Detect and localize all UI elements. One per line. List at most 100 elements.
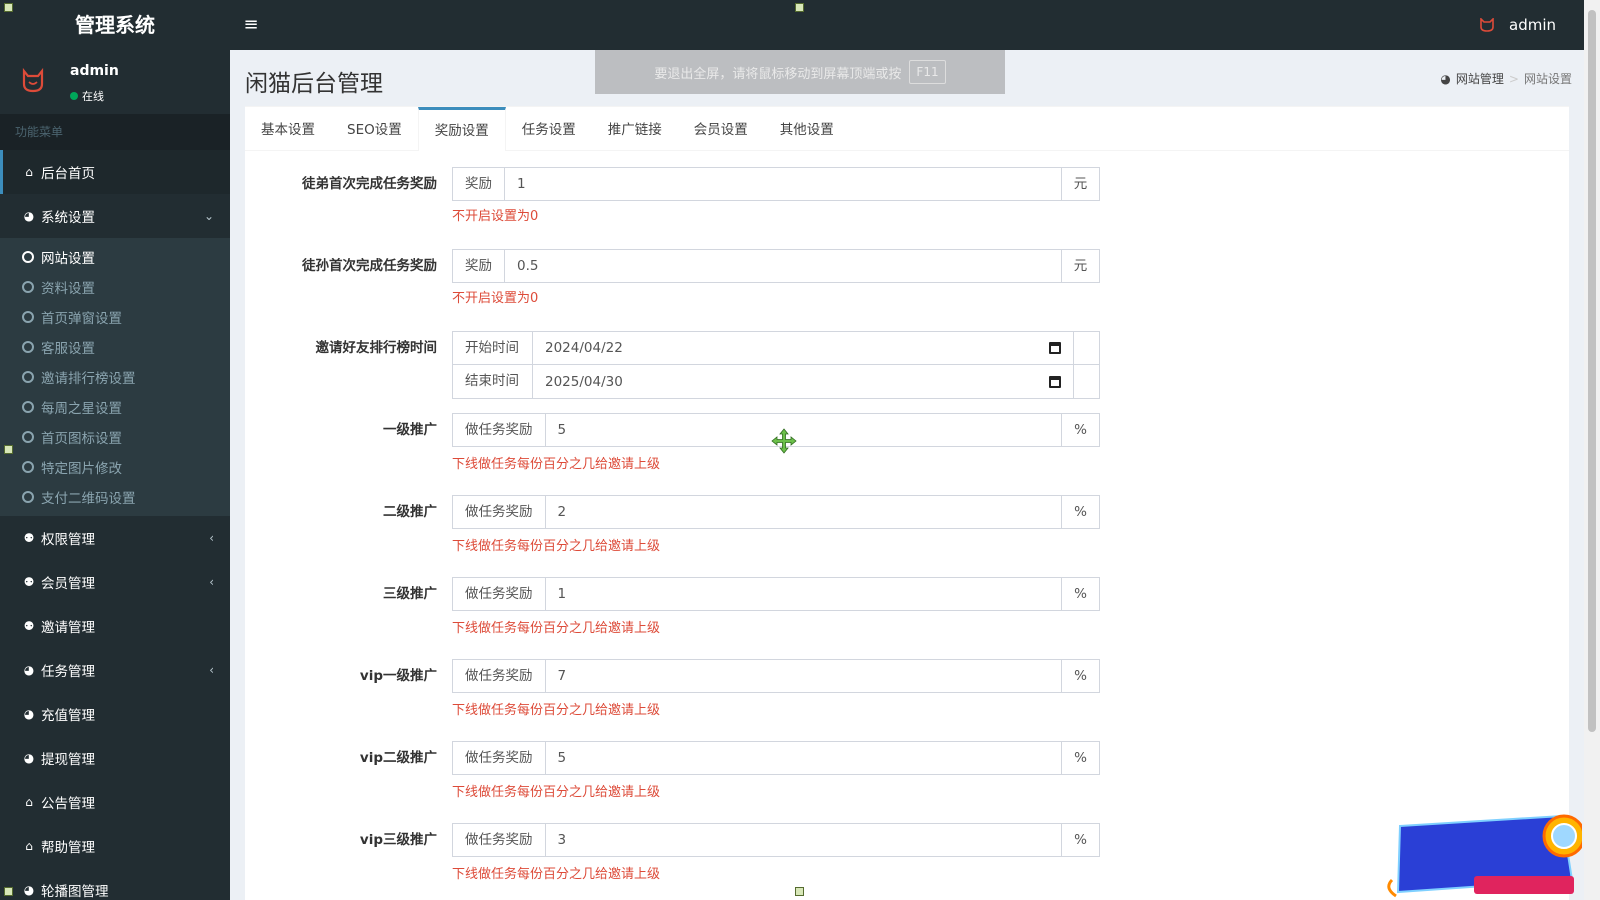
sidebar-item-permissions[interactable]: ⚉ 权限管理 ‹: [0, 516, 230, 560]
sidebar-subitem-image-edit[interactable]: 特定图片修改: [0, 452, 230, 482]
sidebar-item-invites[interactable]: ⚉ 邀请管理: [0, 604, 230, 648]
sidebar-item-help[interactable]: ⌂ 帮助管理: [0, 824, 230, 868]
sidebar-item-carousel[interactable]: ◕ 轮播图管理: [0, 868, 230, 900]
sidebar-item-label: 会员管理: [41, 576, 95, 592]
fullscreen-tip-key: F11: [909, 60, 946, 84]
sidebar-subitem-weekly-star[interactable]: 每周之星设置: [0, 392, 230, 422]
scrollbar-thumb[interactable]: [1588, 10, 1596, 732]
resize-handle[interactable]: [795, 3, 804, 12]
vip-promo-level-1-input[interactable]: [545, 660, 1061, 692]
breadcrumb-root[interactable]: 网站管理: [1456, 70, 1504, 87]
breadcrumb: ◕ 网站管理 > 网站设置: [1440, 70, 1572, 87]
sidebar-subitem-profile-settings[interactable]: 资料设置: [0, 272, 230, 302]
input-prefix: 结束时间: [453, 365, 533, 398]
dashboard-icon: ◕: [23, 707, 35, 721]
input-prefix: 做任务奖励: [453, 824, 546, 856]
vip-promo-level-2-input[interactable]: [545, 742, 1061, 774]
input-prefix: 奖励: [453, 250, 505, 282]
sidebar-subitem-ranking-settings[interactable]: 邀请排行榜设置: [0, 362, 230, 392]
sidebar-subitem-popup-settings[interactable]: 首页弹窗设置: [0, 302, 230, 332]
users-icon: ⚉: [23, 575, 35, 589]
input-suffix: %: [1061, 414, 1099, 446]
sidebar-item-system-settings[interactable]: ◕ 系统设置 ⌄: [0, 194, 230, 238]
sidebar-subitem-label: 支付二维码设置: [41, 491, 136, 507]
sidebar-subitem-label: 首页图标设置: [41, 431, 122, 447]
app-logo[interactable]: 管理系统: [0, 0, 230, 50]
start-date-row: 开始时间 2024/04/22: [452, 331, 1100, 365]
tab-seo[interactable]: SEO设置: [331, 107, 418, 151]
resize-handle[interactable]: [4, 3, 13, 12]
sidebar-subitem-home-icons[interactable]: 首页图标设置: [0, 422, 230, 452]
end-date-value: 2025/04/30: [545, 373, 623, 390]
tab-bar: 基本设置 SEO设置 奖励设置 任务设置 推广链接 会员设置 其他设置: [245, 107, 1569, 151]
circle-icon: [22, 461, 34, 473]
dashboard-icon: ◕: [23, 751, 35, 765]
breadcrumb-current: 网站设置: [1523, 72, 1572, 86]
ranking-date-group: 开始时间 2024/04/22 结束时间 2025/04/30: [452, 331, 1100, 399]
input-suffix: %: [1061, 660, 1099, 692]
resize-handle[interactable]: [795, 887, 804, 896]
breadcrumb-separator: >: [1508, 71, 1519, 86]
user-name: admin: [1509, 16, 1556, 34]
sidebar-item-announcements[interactable]: ⌂ 公告管理: [0, 780, 230, 824]
resize-handle[interactable]: [4, 887, 13, 896]
sidebar-item-label: 任务管理: [41, 664, 95, 680]
apprentice-reward-input[interactable]: [505, 168, 1061, 200]
input-prefix: 做任务奖励: [453, 742, 546, 774]
sidebar-item-home[interactable]: ⌂ 后台首页: [0, 150, 230, 194]
promo-level-2-input[interactable]: [545, 496, 1061, 528]
sidebar-item-label: 邀请管理: [41, 620, 95, 636]
tab-other[interactable]: 其他设置: [764, 107, 850, 151]
field-hint: 下线做任务每份百分之几给邀请上级: [452, 867, 661, 882]
input-prefix: 做任务奖励: [453, 578, 546, 610]
sidebar-item-tasks[interactable]: ◕ 任务管理 ‹: [0, 648, 230, 692]
field-label: 邀请好友排行榜时间: [315, 340, 438, 356]
vip-promo-level-3-input[interactable]: [545, 824, 1061, 856]
tab-basic[interactable]: 基本设置: [245, 107, 331, 151]
grand-reward-input[interactable]: [505, 250, 1061, 282]
promo-level-3-input[interactable]: [545, 578, 1061, 610]
sidebar-item-recharge[interactable]: ◕ 充值管理: [0, 692, 230, 736]
tab-reward[interactable]: 奖励设置: [417, 107, 506, 151]
home-icon: ⌂: [25, 795, 33, 809]
sidebar-subitem-site-settings[interactable]: 网站设置: [0, 242, 230, 272]
sidebar-subitem-service-settings[interactable]: 客服设置: [0, 332, 230, 362]
sidebar-subitem-payment-qr[interactable]: 支付二维码设置: [0, 482, 230, 512]
dashboard-icon: ◕: [1440, 71, 1451, 86]
sidebar-item-label: 系统设置: [41, 210, 95, 226]
tab-task[interactable]: 任务设置: [506, 107, 592, 151]
end-date-input[interactable]: 2025/04/30: [533, 365, 1073, 398]
tab-member[interactable]: 会员设置: [678, 107, 764, 151]
field-label: vip三级推广: [359, 832, 437, 848]
calendar-icon[interactable]: [1049, 375, 1061, 388]
sidebar-subitem-label: 邀请排行榜设置: [41, 371, 136, 387]
promo-group: 做任务奖励 %: [452, 823, 1100, 857]
field-hint: 下线做任务每份百分之几给邀请上级: [452, 703, 661, 718]
input-suffix: %: [1061, 742, 1099, 774]
tab-promo-link[interactable]: 推广链接: [592, 107, 678, 151]
menu-toggle-icon[interactable]: ≡: [240, 14, 262, 36]
grand-reward-group: 奖励 元: [452, 249, 1100, 283]
sidebar-item-members[interactable]: ⚉ 会员管理 ‹: [0, 560, 230, 604]
field-label: 二级推广: [383, 504, 437, 520]
field-hint: 下线做任务每份百分之几给邀请上级: [452, 621, 661, 636]
input-suffix: %: [1061, 578, 1099, 610]
field-hint: 不开启设置为0: [452, 291, 539, 306]
input-suffix: 元: [1061, 168, 1099, 200]
sidebar-item-withdraw[interactable]: ◕ 提现管理: [0, 736, 230, 780]
user-panel: admin 在线: [0, 50, 230, 114]
user-menu[interactable]: admin: [1479, 0, 1556, 50]
dashboard-icon: ◕: [23, 883, 35, 897]
field-label: vip一级推广: [359, 668, 437, 684]
promo-level-1-input[interactable]: [545, 414, 1061, 446]
move-cursor-icon: [771, 428, 797, 454]
watermark-logo: [1382, 810, 1586, 898]
calendar-icon[interactable]: [1049, 342, 1061, 354]
field-label: 徒弟首次完成任务奖励: [302, 176, 437, 192]
dashboard-icon: ◕: [23, 663, 35, 677]
sidebar-item-label: 提现管理: [41, 752, 95, 768]
settings-tab-panel: 基本设置 SEO设置 奖励设置 任务设置 推广链接 会员设置 其他设置 徒弟首次…: [245, 106, 1569, 900]
field-label: 三级推广: [383, 586, 437, 602]
resize-handle[interactable]: [4, 445, 13, 454]
start-date-input[interactable]: 2024/04/22: [533, 332, 1073, 364]
